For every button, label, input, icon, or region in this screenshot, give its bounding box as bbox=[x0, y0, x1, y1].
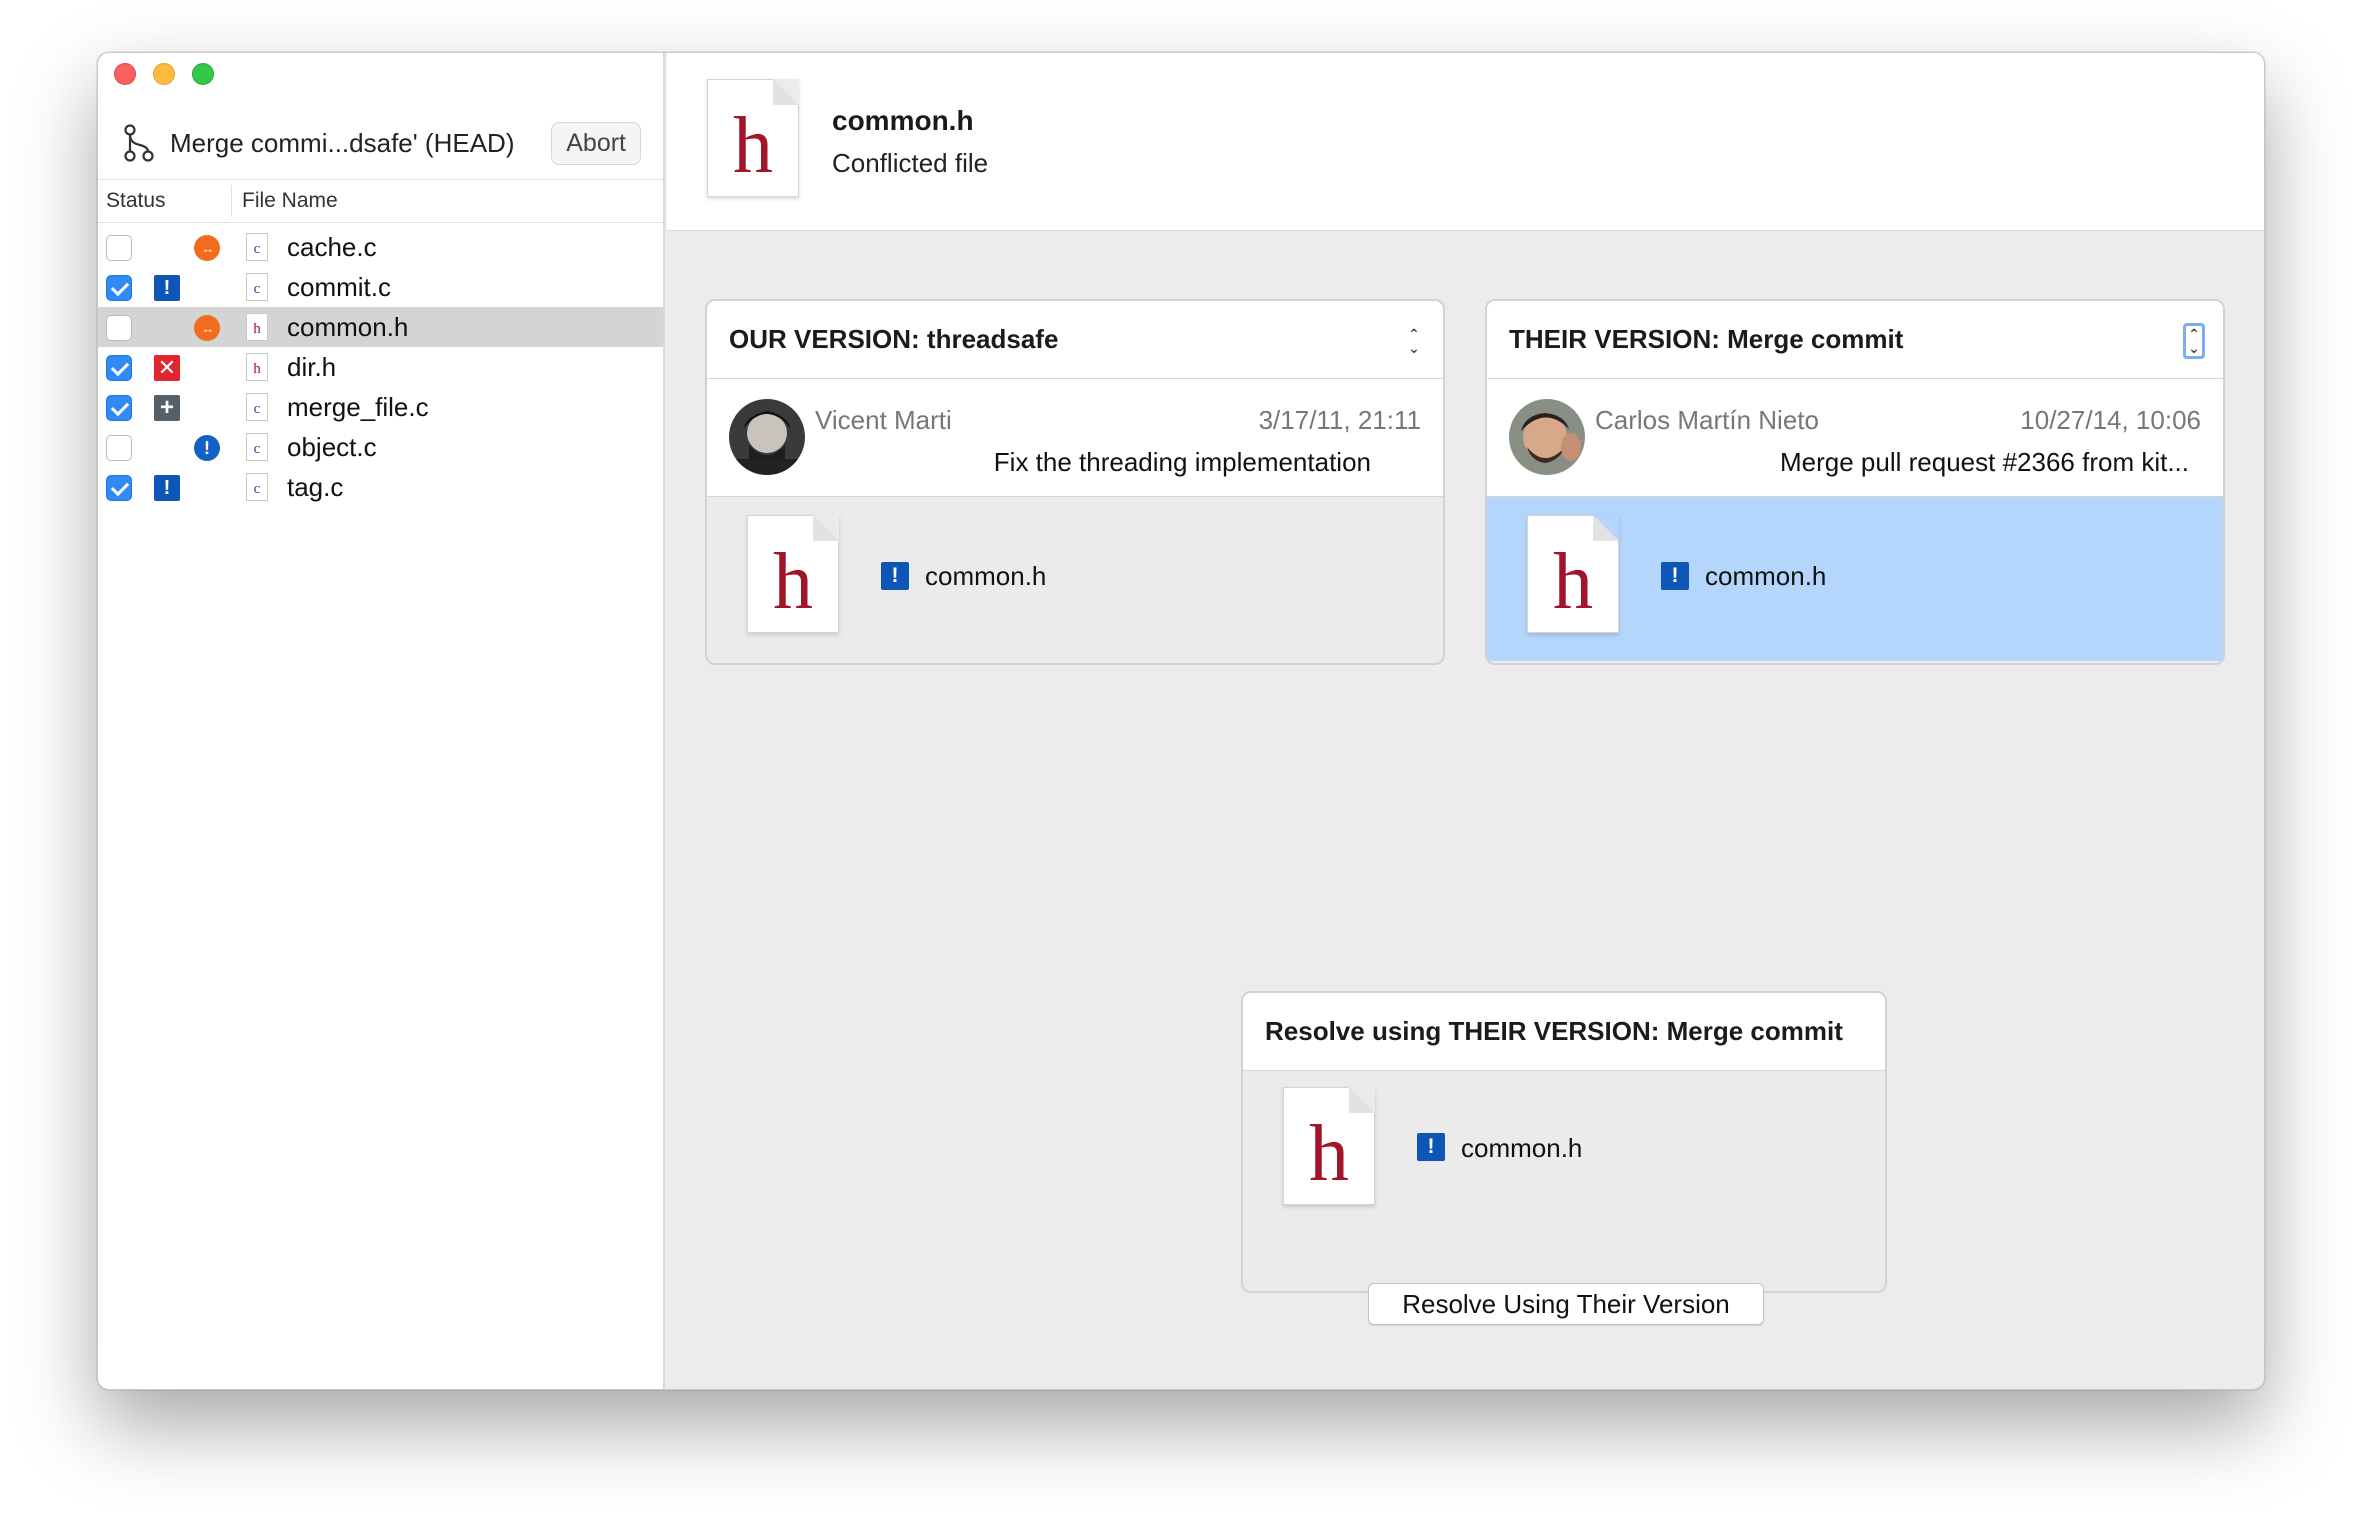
conflict-icon: ↔ bbox=[194, 235, 220, 261]
file-row-common-h[interactable]: ↔ h common.h bbox=[98, 307, 663, 347]
our-version-stepper[interactable]: ⌃ ⌄ bbox=[1403, 323, 1425, 359]
modified-icon: ! bbox=[1661, 562, 1689, 590]
file-name: commit.c bbox=[287, 271, 391, 302]
resolution-title: Resolve using THEIR VERSION: Merge commi… bbox=[1265, 1016, 1843, 1046]
resolution-header: Resolve using THEIR VERSION: Merge commi… bbox=[1243, 993, 1885, 1071]
stage-checkbox[interactable] bbox=[106, 275, 132, 301]
file-row-tag-c[interactable]: ! c tag.c bbox=[98, 467, 663, 507]
our-commit-row: Vicent Marti 3/17/11, 21:11 Fix the thre… bbox=[707, 379, 1443, 497]
conflict-icon: ↔ bbox=[194, 315, 220, 341]
added-icon: + bbox=[154, 394, 180, 421]
our-version-file[interactable]: h ! common.h bbox=[707, 497, 1443, 661]
commit-message: Merge pull request #2366 from kit... bbox=[1780, 447, 2189, 477]
h-file-icon: h bbox=[246, 313, 268, 341]
file-row-dir-h[interactable]: ✕ h dir.h bbox=[98, 347, 663, 387]
commit-author: Carlos Martín Nieto bbox=[1595, 405, 1819, 435]
their-version-stepper[interactable]: ⌃ ⌄ bbox=[2183, 323, 2205, 359]
their-version-title: THEIR VERSION: Merge commit bbox=[1509, 324, 1904, 354]
stage-checkbox[interactable] bbox=[106, 435, 132, 461]
file-list-header: Status File Name bbox=[98, 179, 663, 223]
sidebar: Merge commi...dsafe' (HEAD) Abort Status… bbox=[98, 53, 665, 1389]
h-file-large-icon: h bbox=[707, 79, 799, 197]
branch-row: Merge commi...dsafe' (HEAD) Abort bbox=[122, 118, 641, 168]
file-row-object-c[interactable]: ! c object.c bbox=[98, 427, 663, 467]
our-version-header[interactable]: OUR VERSION: threadsafe ⌃ ⌄ bbox=[707, 301, 1443, 379]
page-title: common.h bbox=[832, 105, 974, 136]
file-name: object.c bbox=[287, 431, 377, 462]
file-name: tag.c bbox=[287, 471, 344, 502]
chevron-down-icon: ⌄ bbox=[1408, 340, 1420, 356]
window-controls bbox=[114, 63, 214, 85]
file-name-column-header[interactable]: File Name bbox=[232, 189, 338, 213]
their-commit-row: Carlos Martín Nieto 10/27/14, 10:06 Merg… bbox=[1487, 379, 2223, 497]
c-file-icon: c bbox=[246, 273, 268, 301]
commit-message: Fix the threading implementation bbox=[993, 447, 1371, 477]
our-version-card: OUR VERSION: threadsafe ⌃ ⌄ Vicent Marti… bbox=[705, 299, 1445, 665]
modified-icon: ! bbox=[154, 475, 180, 501]
avatar bbox=[1509, 399, 1585, 475]
avatar bbox=[729, 399, 805, 475]
branch-label: Merge commi...dsafe' (HEAD) bbox=[170, 127, 515, 158]
branch-merge-icon bbox=[124, 124, 154, 162]
modified-icon: ! bbox=[1417, 1133, 1445, 1161]
main-panel: h common.h Conflicted file OUR VERSION: … bbox=[667, 53, 2264, 1389]
close-window-button[interactable] bbox=[114, 63, 136, 85]
chevron-up-icon: ⌃ bbox=[2188, 326, 2200, 342]
chevron-up-icon: ⌃ bbox=[1408, 326, 1420, 342]
h-file-large-icon: h bbox=[747, 515, 839, 633]
resolution-file[interactable]: h ! common.h bbox=[1243, 1071, 1885, 1291]
their-version-file[interactable]: h ! common.h bbox=[1487, 497, 2223, 661]
file-row-commit-c[interactable]: ! c commit.c bbox=[98, 267, 663, 307]
h-file-large-icon: h bbox=[1527, 515, 1619, 633]
file-name: common.h bbox=[925, 561, 1047, 591]
file-name: common.h bbox=[1705, 561, 1827, 591]
file-row-merge-file-c[interactable]: + c merge_file.c bbox=[98, 387, 663, 427]
stage-checkbox[interactable] bbox=[106, 395, 132, 421]
commit-author: Vicent Marti bbox=[815, 405, 952, 435]
stage-checkbox[interactable] bbox=[106, 235, 132, 261]
chevron-down-icon: ⌄ bbox=[2188, 340, 2200, 356]
their-version-card: THEIR VERSION: Merge commit ⌃ ⌄ Carlos M… bbox=[1485, 299, 2225, 665]
merge-conflict-window: Merge commi...dsafe' (HEAD) Abort Status… bbox=[97, 52, 2265, 1390]
resolution-card: Resolve using THEIR VERSION: Merge commi… bbox=[1241, 991, 1887, 1293]
file-name: dir.h bbox=[287, 351, 337, 382]
file-row-cache-c[interactable]: ↔ c cache.c bbox=[98, 227, 663, 267]
c-file-icon: c bbox=[246, 473, 268, 501]
file-list: ↔ c cache.c ! c commit.c ↔ h common.h ✕ … bbox=[98, 227, 663, 507]
commit-date: 3/17/11, 21:11 bbox=[1258, 405, 1421, 435]
file-name: merge_file.c bbox=[287, 391, 429, 422]
stage-checkbox[interactable] bbox=[106, 315, 132, 341]
page-subtitle: Conflicted file bbox=[832, 148, 989, 178]
modified-icon: ! bbox=[154, 275, 180, 301]
zoom-window-button[interactable] bbox=[192, 63, 214, 85]
file-name: cache.c bbox=[287, 231, 377, 262]
info-icon: ! bbox=[194, 435, 220, 461]
minimize-window-button[interactable] bbox=[153, 63, 175, 85]
c-file-icon: c bbox=[246, 433, 268, 461]
their-version-header[interactable]: THEIR VERSION: Merge commit ⌃ ⌄ bbox=[1487, 301, 2223, 379]
h-file-large-icon: h bbox=[1283, 1087, 1375, 1205]
c-file-icon: c bbox=[246, 393, 268, 421]
modified-icon: ! bbox=[881, 562, 909, 590]
commit-date: 10/27/14, 10:06 bbox=[2020, 405, 2201, 435]
file-name: common.h bbox=[1461, 1133, 1583, 1163]
our-version-title: OUR VERSION: threadsafe bbox=[729, 324, 1059, 354]
abort-button[interactable]: Abort bbox=[551, 121, 641, 165]
c-file-icon: c bbox=[246, 233, 268, 261]
stage-checkbox[interactable] bbox=[106, 475, 132, 501]
h-file-icon: h bbox=[246, 353, 268, 381]
status-column-header[interactable]: Status bbox=[98, 185, 232, 217]
resolve-using-their-version-button[interactable]: Resolve Using Their Version bbox=[1368, 1283, 1764, 1325]
stage-checkbox[interactable] bbox=[106, 355, 132, 381]
file-name: common.h bbox=[287, 311, 409, 342]
deleted-icon: ✕ bbox=[154, 355, 180, 381]
conflict-header: h common.h Conflicted file bbox=[667, 53, 2264, 231]
